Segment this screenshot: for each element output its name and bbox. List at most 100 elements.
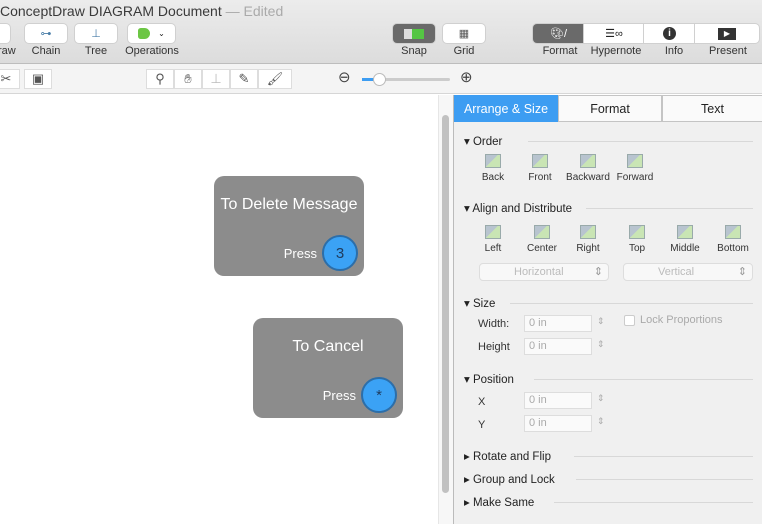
vertical-distribute-select[interactable]: Vertical ⇕ <box>623 263 753 281</box>
align-top-icon <box>629 225 645 239</box>
format-label: Format <box>542 45 578 57</box>
grid-button[interactable]: ▦ <box>443 24 485 43</box>
height-label: Height <box>478 341 510 353</box>
palette-icon: 🎨︎/ <box>549 28 568 40</box>
zoom-slider-thumb[interactable] <box>373 73 386 86</box>
snap-button[interactable] <box>393 24 435 43</box>
key-badge: * <box>361 377 397 413</box>
tree-label: Tree <box>84 45 108 57</box>
toolbar: ConceptDraw DIAGRAM Document — Edited ra… <box>0 0 762 64</box>
operations-label: Operations <box>125 45 179 57</box>
shape-delete-message[interactable]: To Delete Message Press 3 <box>214 176 364 276</box>
key-badge: 3 <box>322 235 358 271</box>
order-section-header[interactable]: ▾ Order <box>464 134 753 148</box>
grid-icon: ▦ <box>458 28 470 40</box>
snap-label: Snap <box>401 45 427 57</box>
size-section-header[interactable]: ▾ Size <box>464 296 753 310</box>
lock-proportions-checkbox[interactable] <box>624 315 635 326</box>
insert-icon: ▣ <box>31 71 45 86</box>
front-icon <box>532 154 548 168</box>
height-input[interactable]: 0 in <box>524 338 592 355</box>
eyedropper-tool[interactable]: ✎ <box>230 69 258 89</box>
group-lock-section-header[interactable]: ▸ Group and Lock <box>464 472 753 486</box>
align-bottom-button[interactable]: Bottom <box>705 225 761 254</box>
position-section-header[interactable]: ▾ Position <box>464 372 753 386</box>
tree-button[interactable]: ⊥ <box>75 24 117 43</box>
shape-cancel[interactable]: To Cancel Press * <box>253 318 403 418</box>
canvas[interactable] <box>0 95 438 524</box>
hypernote-button[interactable]: ☰∞ <box>584 24 644 43</box>
x-stepper[interactable]: ⇕ <box>597 393 605 404</box>
hypernote-label: Hypernote <box>590 45 642 57</box>
scissors-tool[interactable]: ✂ <box>0 69 20 89</box>
align-center-icon <box>534 225 550 239</box>
align-right-button[interactable]: Right <box>560 225 616 254</box>
tab-arrange-size[interactable]: Arrange & Size <box>454 95 558 122</box>
tab-format[interactable]: Format <box>558 95 662 122</box>
present-label: Present <box>709 45 747 57</box>
hand-tool[interactable]: ✋︎ <box>174 69 202 89</box>
chevron-down-icon: ⌄ <box>158 29 165 38</box>
present-button[interactable]: ▶ <box>695 24 759 43</box>
info-icon: i <box>663 27 676 40</box>
y-stepper[interactable]: ⇕ <box>597 416 605 427</box>
brush-icon: 🖌︎ <box>266 71 284 86</box>
horizontal-distribute-select[interactable]: Horizontal ⇕ <box>479 263 609 281</box>
stamp-tool[interactable]: ⊥ <box>202 69 230 89</box>
width-stepper[interactable]: ⇕ <box>597 316 605 327</box>
present-icon: ▶ <box>718 27 736 40</box>
shape-title: To Cancel <box>292 338 364 355</box>
scissors-icon: ✂ <box>0 71 12 86</box>
order-forward-button[interactable]: Forward <box>607 154 663 183</box>
chain-label: Chain <box>31 45 61 57</box>
make-same-section-header[interactable]: ▸ Make Same <box>464 495 753 509</box>
stepper-icon: ⇕ <box>593 266 603 278</box>
inspector-panel: Arrange & Size Format Text ▾ Order Back … <box>453 95 762 524</box>
lock-proportions-label: Lock Proportions <box>640 314 723 326</box>
x-input[interactable]: 0 in <box>524 392 592 409</box>
chain-icon: ⊶ <box>40 28 52 40</box>
align-left-icon <box>485 225 501 239</box>
height-stepper[interactable]: ⇕ <box>597 339 605 350</box>
backward-icon <box>580 154 596 168</box>
shape-title: To Delete Message <box>220 196 358 213</box>
align-left-button[interactable]: Left <box>465 225 521 254</box>
stamp-icon: ⊥ <box>210 71 222 86</box>
x-label: X <box>478 396 486 408</box>
forward-icon <box>627 154 643 168</box>
zoom-tool[interactable]: ⚲ <box>146 69 174 89</box>
rotate-flip-section-header[interactable]: ▸ Rotate and Flip <box>464 449 753 463</box>
operations-button[interactable]: ⌄ <box>128 24 175 43</box>
eyedropper-icon: ✎ <box>238 71 250 86</box>
draw-label: raw <box>0 45 16 57</box>
chain-button[interactable]: ⊶ <box>25 24 67 43</box>
tab-text[interactable]: Text <box>662 95 762 122</box>
y-input[interactable]: 0 in <box>524 415 592 432</box>
grid-label: Grid <box>453 45 475 57</box>
window-title: ConceptDraw DIAGRAM Document — Edited <box>0 3 284 19</box>
align-section-header[interactable]: ▾ Align and Distribute <box>464 201 753 215</box>
width-input[interactable]: 0 in <box>524 315 592 332</box>
tree-icon: ⊥ <box>91 28 101 40</box>
width-label: Width: <box>478 318 510 330</box>
zoom-out-icon[interactable]: ⊖ <box>338 68 351 86</box>
stepper-icon: ⇕ <box>737 266 747 278</box>
zoom-in-icon[interactable]: ⊕ <box>460 68 473 86</box>
align-middle-icon <box>677 225 693 239</box>
draw-button[interactable] <box>0 24 10 43</box>
back-icon <box>485 154 501 168</box>
magnifier-icon: ⚲ <box>155 71 165 86</box>
y-label: Y <box>478 419 486 431</box>
align-bottom-icon <box>725 225 741 239</box>
shape-press-label: Press <box>283 246 317 261</box>
format-button[interactable]: 🎨︎/ <box>533 24 584 43</box>
hand-icon: ✋︎ <box>184 71 192 86</box>
scrollbar-thumb[interactable] <box>442 115 449 493</box>
align-right-icon <box>580 225 596 239</box>
snap-icon <box>404 28 424 39</box>
shape-press-label: Press <box>322 388 356 403</box>
hypernote-icon: ☰∞ <box>605 28 623 40</box>
format-painter-tool[interactable]: 🖌︎ <box>258 69 292 89</box>
info-button[interactable]: i <box>644 24 695 43</box>
insert-tool[interactable]: ▣ <box>24 69 52 89</box>
